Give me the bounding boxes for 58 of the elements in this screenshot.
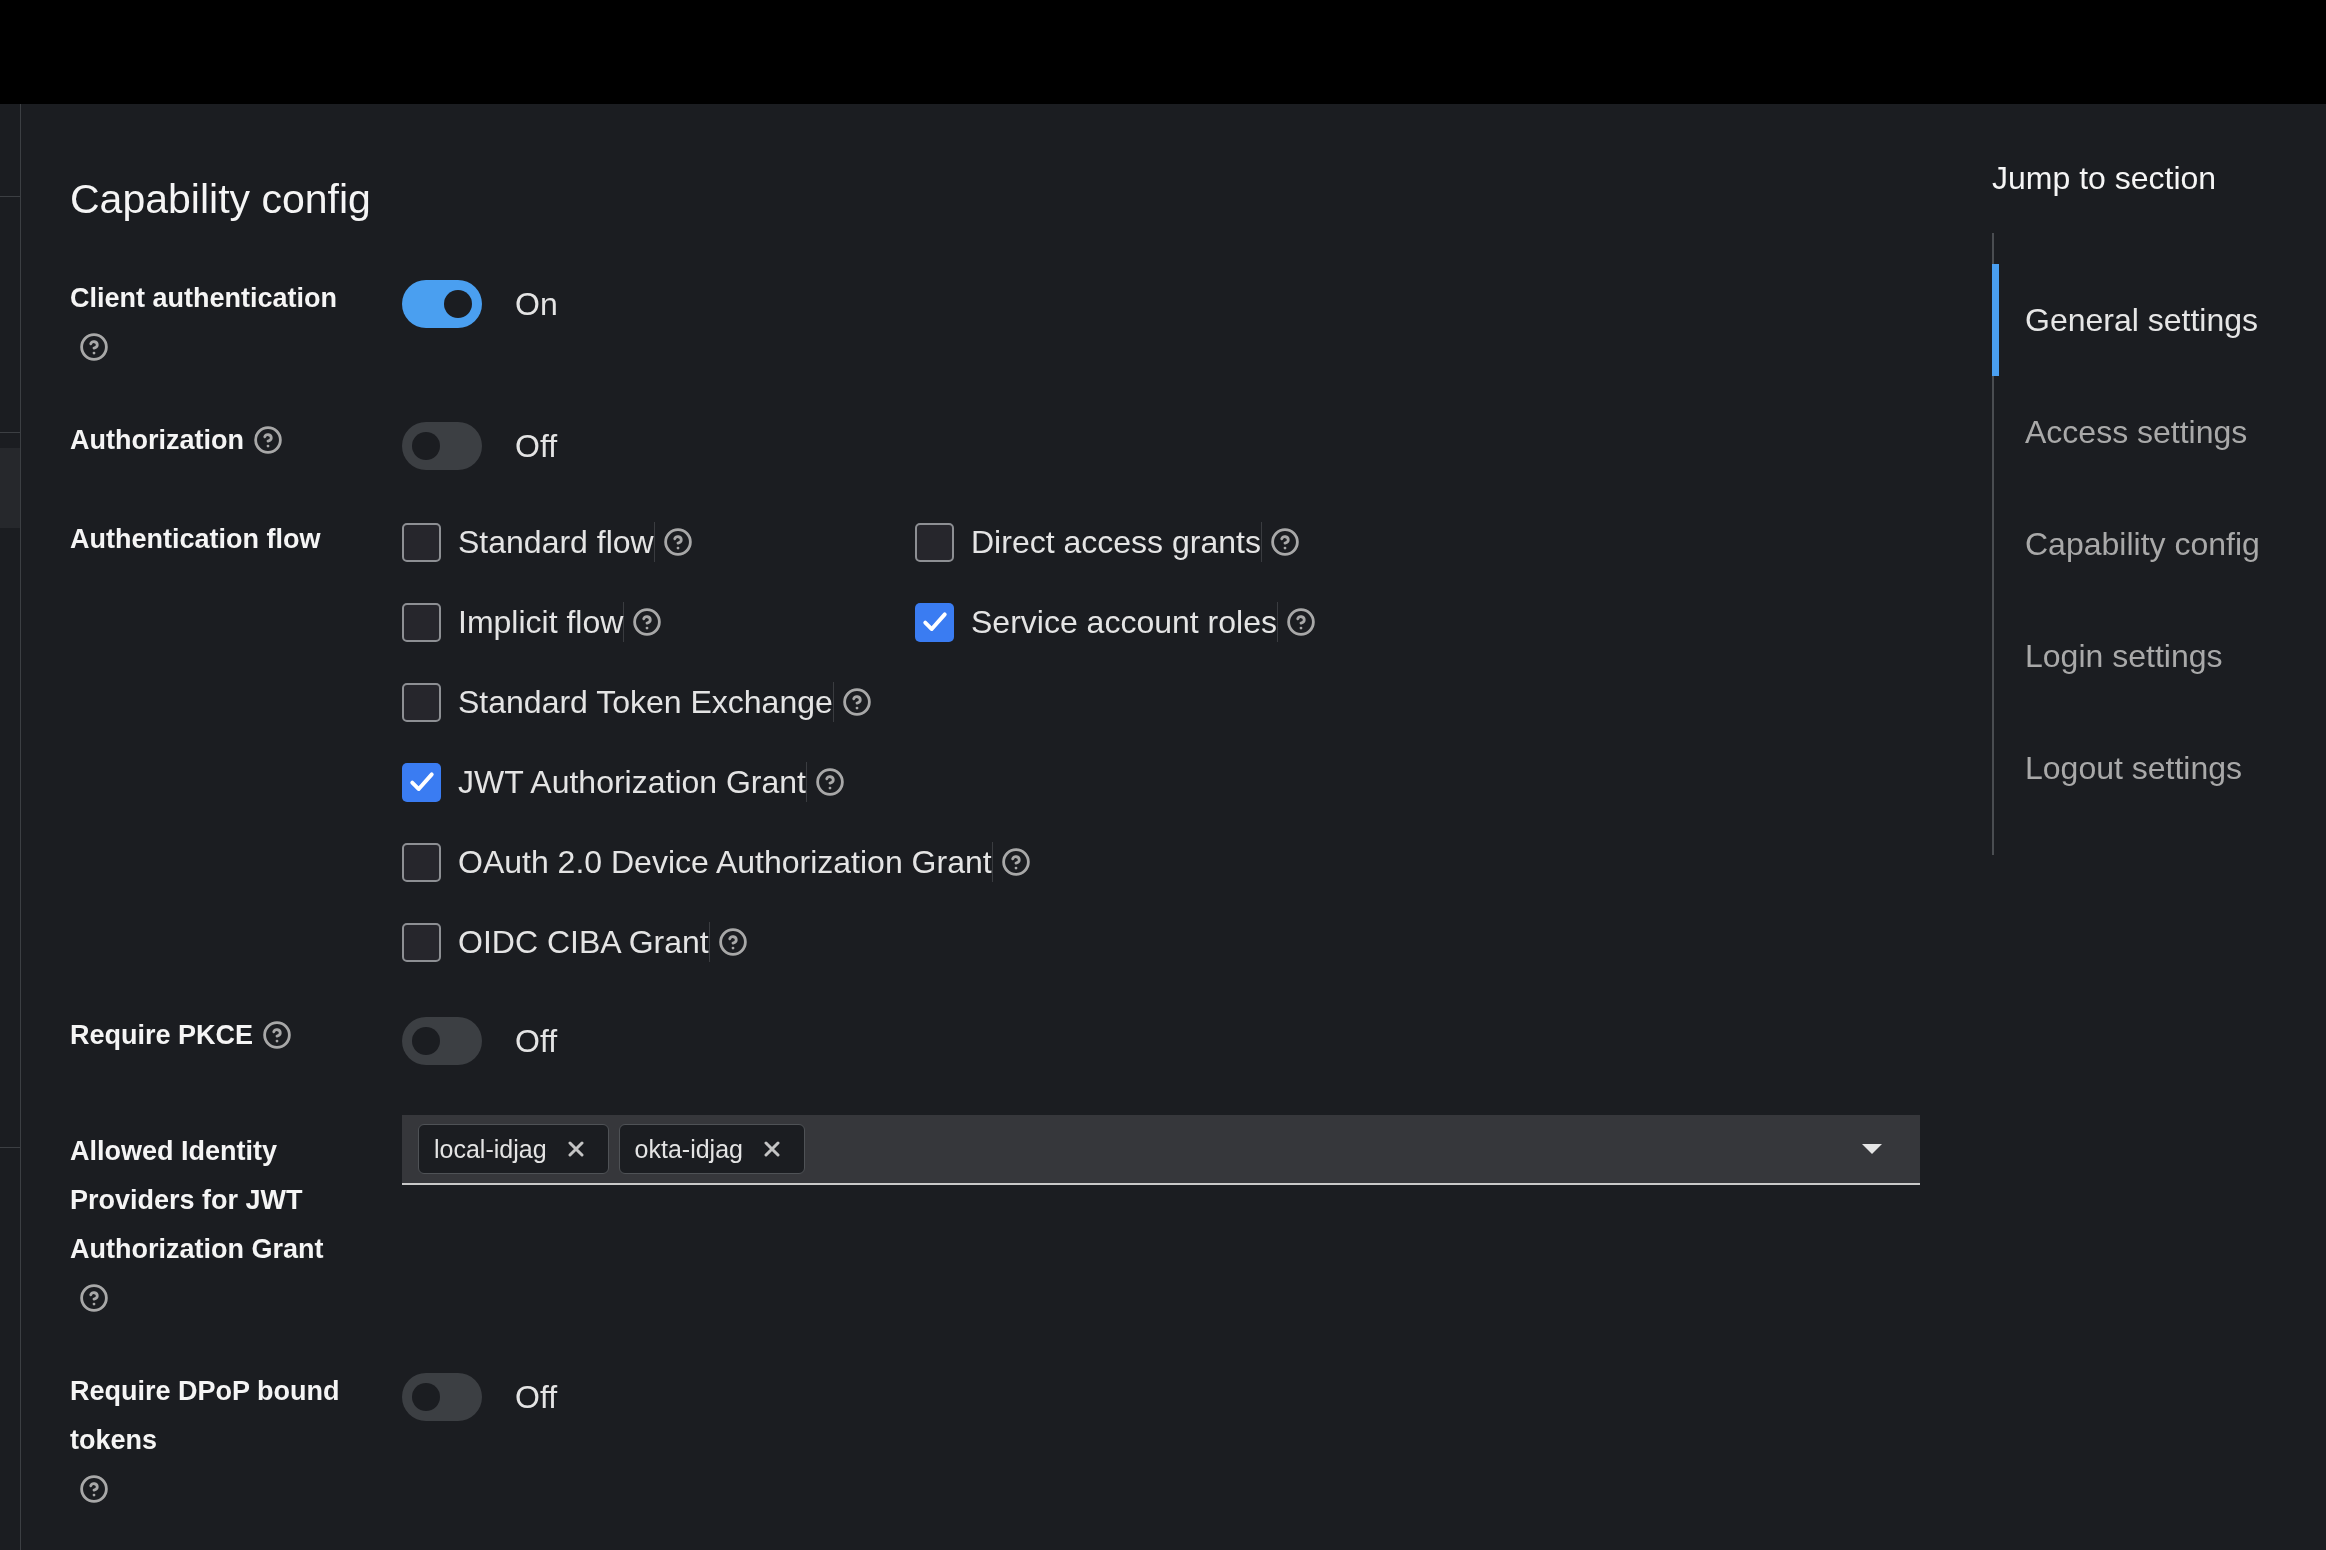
checkbox[interactable] [402, 602, 441, 642]
help-icon[interactable] [80, 1475, 108, 1503]
close-icon [567, 1141, 584, 1157]
checkbox-label: Direct access grants [971, 522, 1262, 562]
toggle-switch[interactable] [402, 1017, 482, 1065]
help-icon[interactable] [1286, 608, 1315, 636]
chip-label: okta-idjag [634, 1134, 743, 1164]
checkbox-label: Service account roles [971, 602, 1278, 642]
toggle-switch[interactable] [402, 1373, 482, 1421]
toggle-state-label: On [515, 285, 558, 324]
help-icon[interactable] [842, 688, 871, 716]
field-label: Authorization [70, 424, 244, 457]
toggle-state-label: Off [515, 1022, 558, 1061]
toggle-switch[interactable] [402, 422, 482, 470]
jump-nav-link[interactable]: Capability config [1992, 488, 2260, 600]
jump-nav-link[interactable]: General settings [1992, 264, 2258, 376]
checkbox-label: Standard Token Exchange [458, 682, 834, 722]
jump-nav-link[interactable]: Access settings [1992, 376, 2248, 488]
close-icon [763, 1141, 780, 1157]
checkbox[interactable] [915, 602, 954, 642]
help-icon[interactable] [80, 333, 108, 361]
checkbox-label: OIDC CIBA Grant [458, 922, 710, 962]
checkbox[interactable] [402, 922, 441, 962]
checkbox[interactable] [402, 842, 441, 882]
help-icon[interactable] [816, 768, 844, 796]
field-label: Allowed Identity Providers for JWT Authorization Grant [70, 1135, 325, 1266]
jump-nav-link[interactable]: Logout settings [1992, 712, 2243, 824]
remove-chip-button[interactable] [763, 1141, 780, 1157]
checkbox-label: OAuth 2.0 Device Authorization Grant [458, 842, 993, 882]
toggle-switch[interactable] [402, 280, 482, 328]
caret-down-icon[interactable] [1862, 1144, 1882, 1154]
jump-nav-title: Jump to section [1992, 159, 2217, 198]
section-title: Capability config [70, 175, 371, 223]
jump-nav-link[interactable]: Login settings [1992, 600, 2223, 712]
help-icon[interactable] [633, 608, 662, 636]
help-icon[interactable] [718, 928, 747, 956]
field-label: Client authentication [70, 282, 337, 315]
checkbox-label: JWT Authorization Grant [458, 762, 807, 802]
field-label: Require PKCE [70, 1019, 254, 1052]
help-icon[interactable] [263, 1021, 292, 1049]
help-icon[interactable] [1270, 528, 1299, 556]
checkbox[interactable] [915, 522, 954, 562]
checkbox[interactable] [402, 522, 441, 562]
checkbox[interactable] [402, 682, 441, 722]
multi-select-field[interactable]: local-idjag okta-idjag [402, 1115, 1920, 1185]
help-icon[interactable] [663, 528, 692, 556]
checkbox-label: Standard flow [458, 522, 655, 562]
checkbox[interactable] [402, 762, 441, 802]
toggle-state-label: Off [515, 427, 558, 466]
remove-chip-button[interactable] [567, 1141, 584, 1157]
help-icon[interactable] [1001, 848, 1030, 876]
checkbox-label: Implicit flow [458, 602, 625, 642]
chip-label: local-idjag [434, 1134, 547, 1164]
field-label: Authentication flow [70, 523, 321, 556]
field-label: Require DPoP bound tokens [70, 1375, 341, 1457]
help-icon[interactable] [80, 1284, 108, 1312]
toggle-state-label: Off [515, 1378, 558, 1417]
help-icon[interactable] [254, 426, 282, 454]
